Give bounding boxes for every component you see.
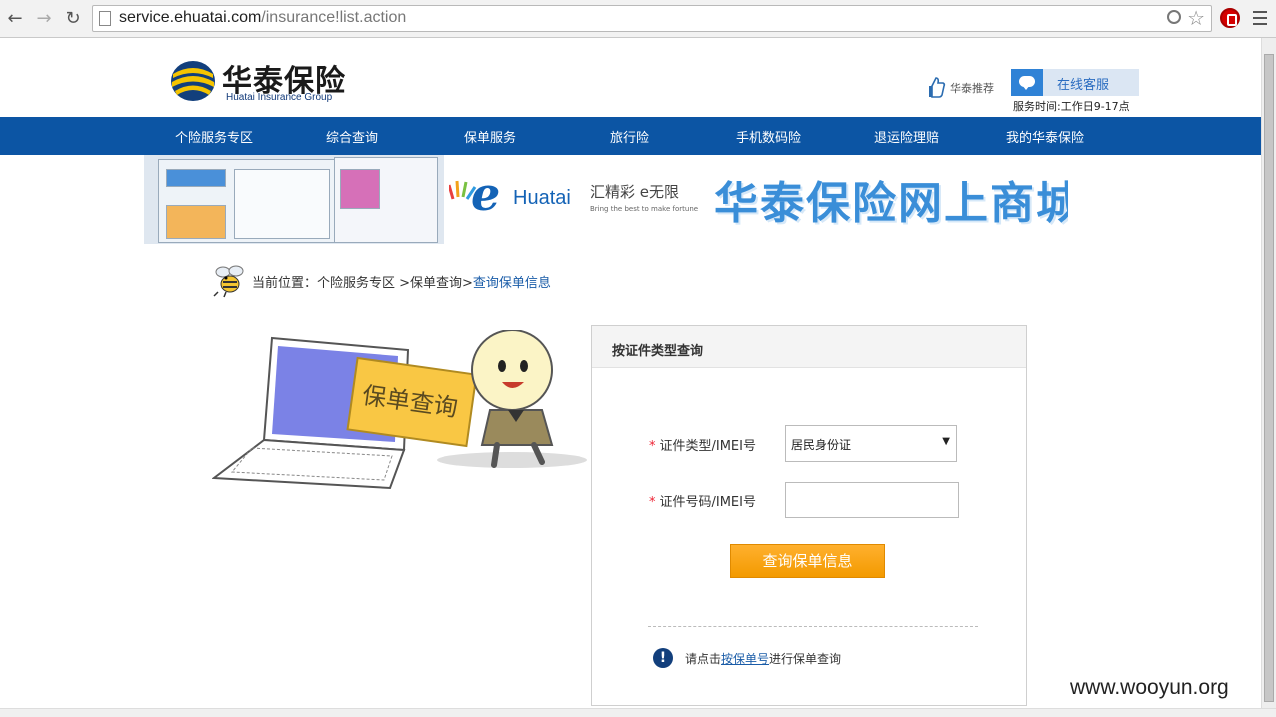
url-text: service.ehuatai.com/insurance!list.actio… [119,9,407,26]
browser-menu-icon[interactable] [1253,11,1267,29]
ehuatai-logo: e Huatai [449,167,589,225]
id-type-select[interactable]: 居民身份证 ▼ [785,425,957,462]
dashed-divider [648,626,978,627]
vertical-scrollbar[interactable] [1261,38,1276,708]
panel-header: 按证件类型查询 [592,326,1026,368]
nav-item-my-huatai[interactable]: 我的华泰保险 [1006,127,1084,146]
zoom-search-icon[interactable] [1167,10,1181,24]
extension-icon[interactable] [1220,8,1240,28]
dropdown-arrow-icon: ▼ [942,436,950,447]
forward-arrow-icon[interactable]: → [33,8,55,30]
online-customer-service-button[interactable]: 在线客服 [1011,69,1139,96]
query-panel: 按证件类型查询 * 证件类型/IMEI号 居民身份证 ▼ * 证件号码/IMEI号 … [591,325,1027,706]
online-service-label: 在线客服 [1057,78,1110,93]
chat-bubble-icon [1011,69,1043,96]
nav-item-travel-insurance[interactable]: 旅行险 [610,127,649,146]
query-policy-button[interactable]: 查询保单信息 [730,544,885,578]
breadcrumb-current: 查询保单信息 [472,276,551,291]
logo-mark-icon [171,61,215,101]
nav-item-personal-service[interactable]: 个险服务专区 [175,127,253,146]
breadcrumb-path[interactable]: 当前位置：个险服务专区 >保单查询> [252,276,473,291]
bee-mascot-icon [213,265,244,298]
address-bar[interactable]: service.ehuatai.com/insurance!list.actio… [92,5,1212,32]
promo-banner[interactable]: e Huatai 汇精彩 e无限 Bring the best to make … [144,155,1068,244]
scrollbar-thumb[interactable] [1264,54,1274,702]
id-type-selected-value: 居民身份证 [791,438,852,452]
exclamation-info-icon: ! [653,648,673,668]
main-navigation: 个险服务专区 综合查询 保单服务 旅行险 手机数码险 退运险理赔 我的华泰保险 [0,117,1261,155]
horizontal-scrollbar[interactable] [0,708,1276,717]
banner-screenshots-image [144,155,444,244]
nav-item-general-query[interactable]: 综合查询 [326,127,378,146]
nav-item-mobile-insurance[interactable]: 手机数码险 [736,127,801,146]
policy-query-illustration: 保单查询 [212,330,587,490]
thumbs-up-icon [929,77,946,98]
watermark: www.wooyun.org [1070,676,1229,699]
bookmark-star-icon[interactable]: ☆ [1187,6,1205,30]
id-type-label: * 证件类型/IMEI号 [649,439,756,454]
required-mark: * [649,495,656,510]
logo-english-text: Huatai Insurance Group [226,92,333,103]
reload-icon[interactable]: ↻ [62,8,84,30]
id-number-input[interactable] [785,482,959,518]
back-arrow-icon[interactable]: ← [4,8,26,30]
banner-slogan: 汇精彩 e无限 Bring the best to make fortune [590,183,699,213]
banner-title: 华泰保险网上商城 [714,178,1068,229]
id-number-label: * 证件号码/IMEI号 [649,495,756,510]
query-by-policy-number-link[interactable]: 按保单号 [721,652,769,666]
required-mark: * [649,439,656,454]
huatai-logo[interactable]: 华泰保险 Huatai Insurance Group [170,56,345,106]
page-icon [99,11,111,26]
panel-title: 按证件类型查询 [612,344,704,359]
nav-item-return-shipping-claim[interactable]: 退运险理赔 [874,127,939,146]
policy-number-hint: 请点击按保单号进行保单查询 [685,652,842,666]
service-hours: 服务时间:工作日9-17点 [1013,100,1130,113]
browser-toolbar: ← → ↻ service.ehuatai.com/insurance!list… [0,0,1276,38]
nav-item-policy-service[interactable]: 保单服务 [464,127,516,146]
